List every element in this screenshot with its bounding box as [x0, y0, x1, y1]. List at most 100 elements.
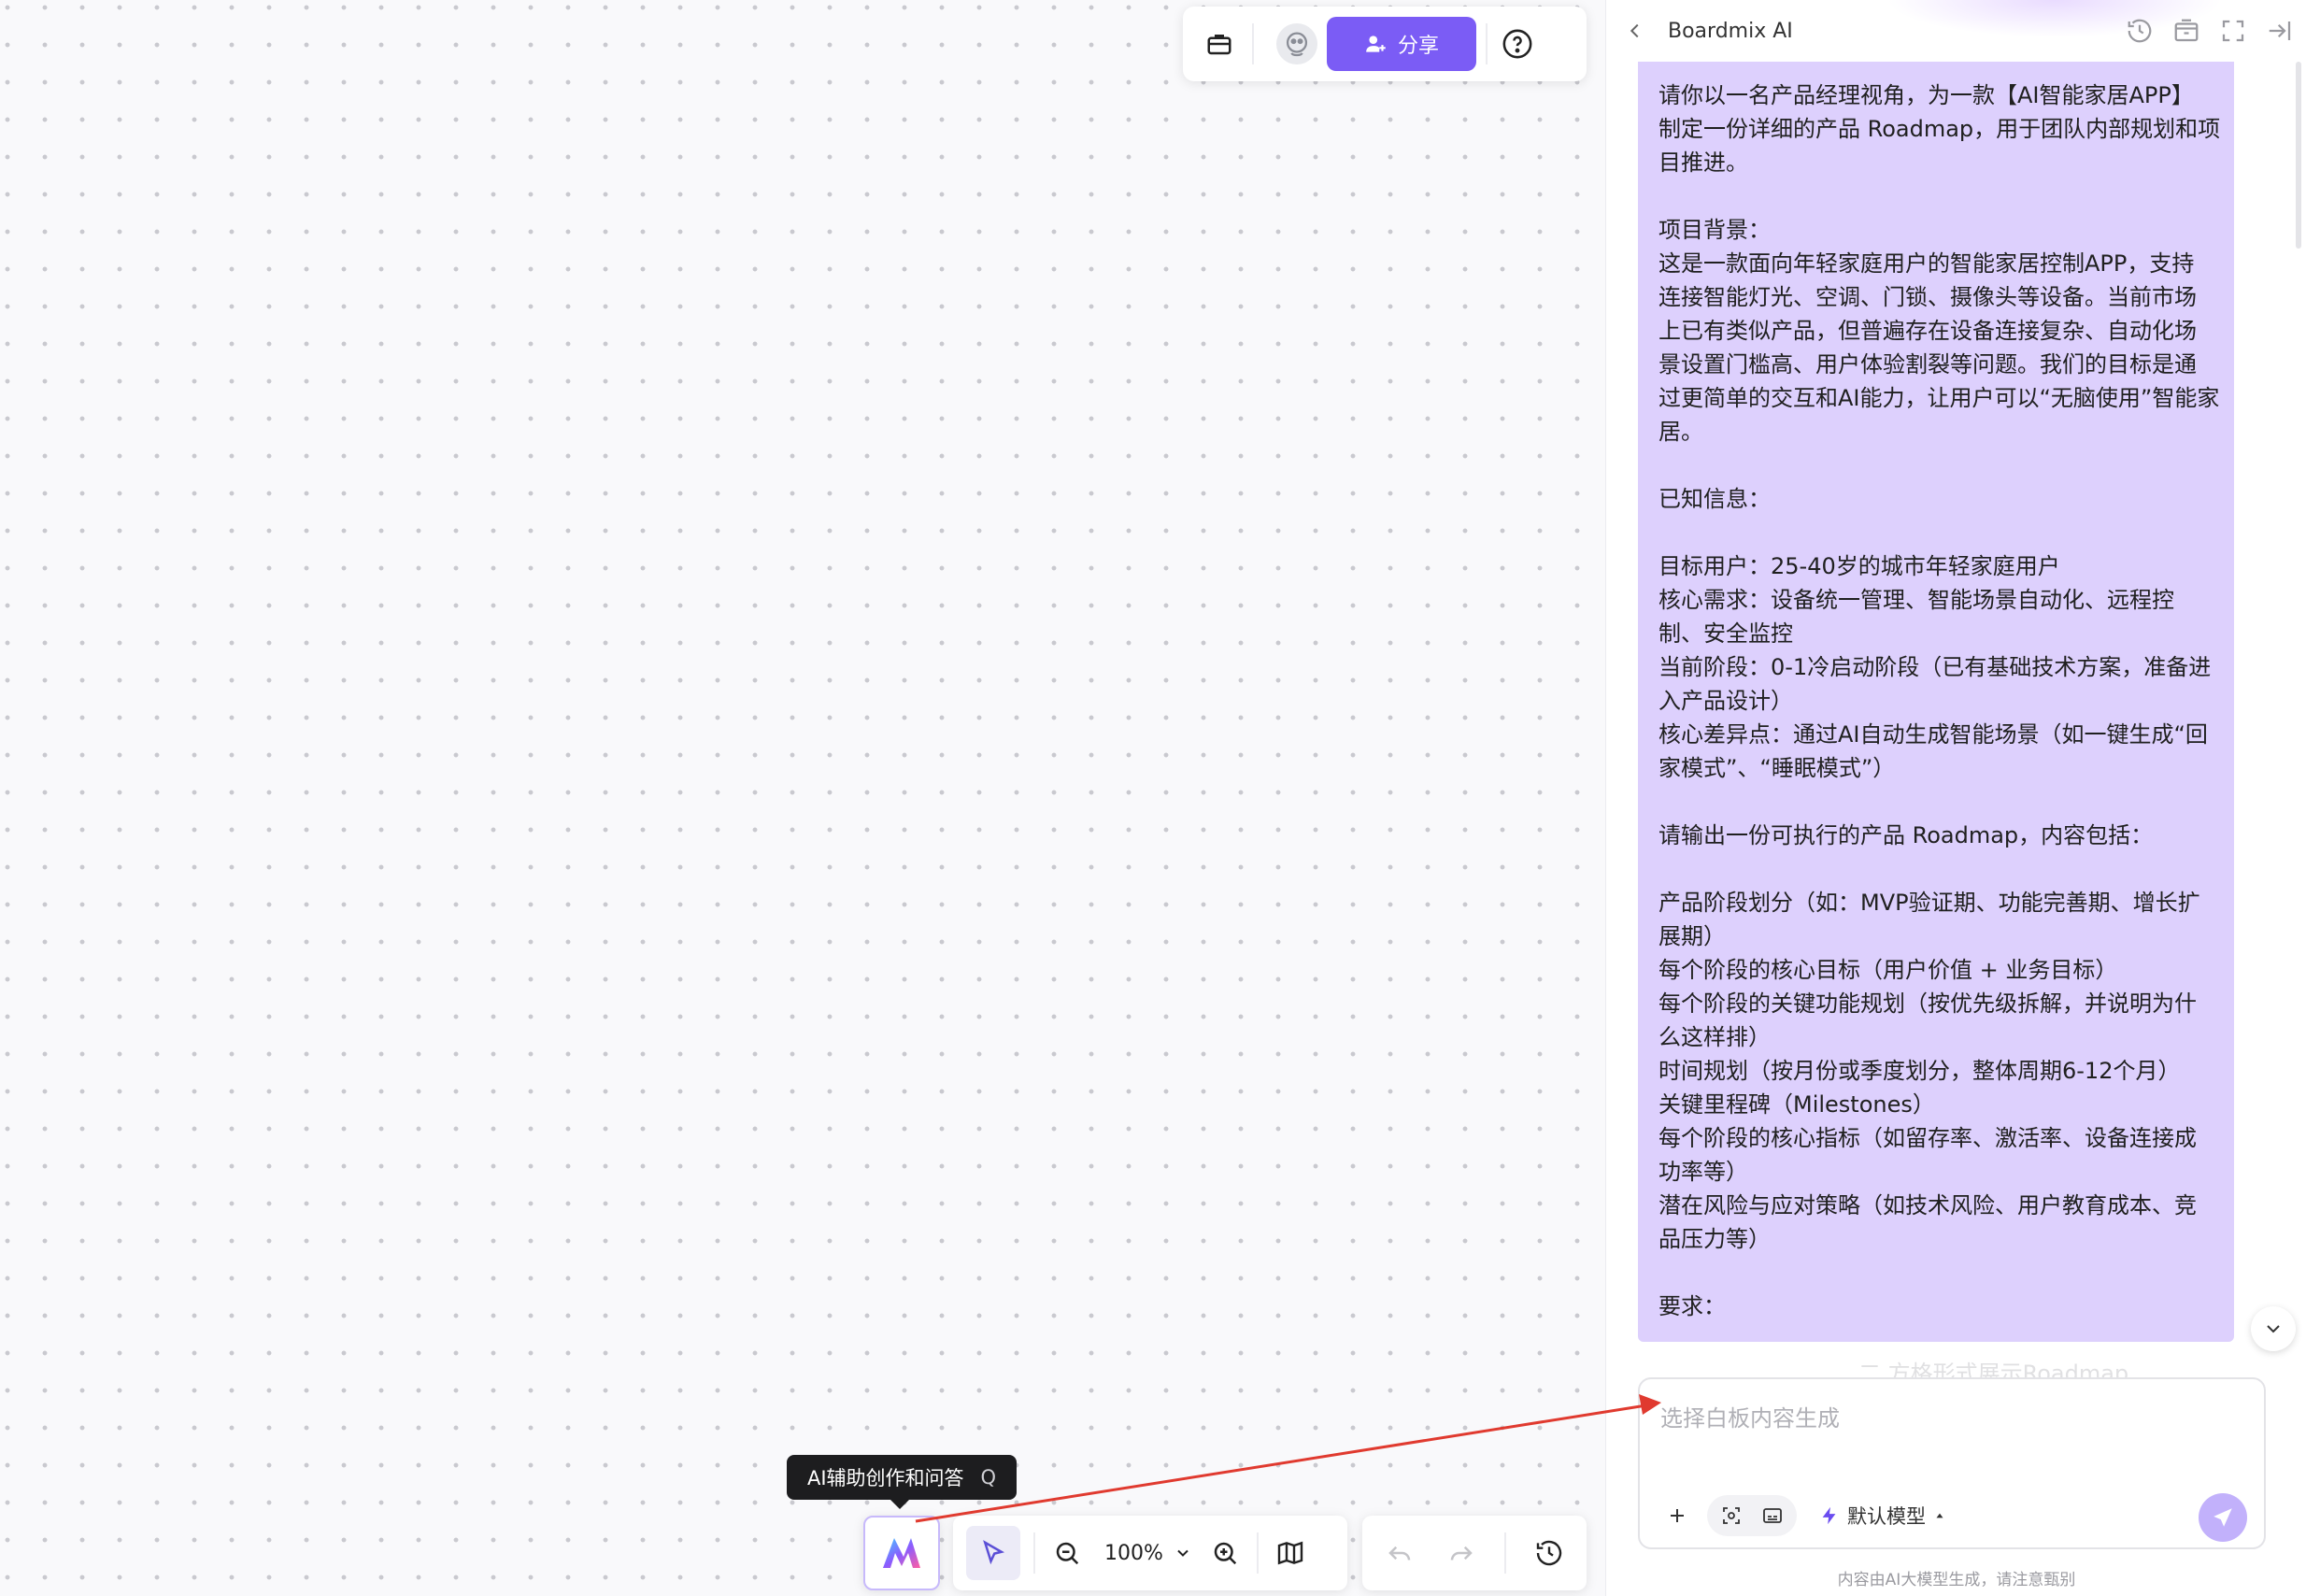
share-label: 分享 — [1397, 35, 1439, 58]
message-line: 当前阶段：0-1冷启动阶段（已有基础技术方案，准备进 — [1658, 654, 2212, 680]
undo-button[interactable] — [1381, 1534, 1418, 1572]
message-line: 核心差异点：通过AI自动生成智能场景（如一键生成“回 — [1658, 721, 2208, 748]
message-line: 项目背景： — [1658, 217, 1771, 243]
model-selector[interactable]: 默认模型 — [1819, 1502, 1946, 1530]
zoom-in-button[interactable] — [1206, 1534, 1244, 1572]
chat-input-box: 默认模型 — [1638, 1377, 2266, 1549]
message-line: 家模式”、“睡眠模式”） — [1658, 755, 1896, 781]
pointer-icon — [983, 1540, 1005, 1565]
history-icon[interactable] — [2126, 17, 2154, 45]
message-line: 连接智能灯光、空调、门锁、摄像头等设备。当前市场 — [1658, 284, 2197, 310]
top-toolbar: 分享 — [1183, 7, 1587, 81]
add-user-icon — [1366, 36, 1386, 52]
help-icon — [1502, 29, 1532, 59]
message-line: 潜在风险与应对策略（如技术风险、用户教育成本、竞 — [1658, 1192, 2197, 1218]
message-line: 目标用户：25-40岁的城市年轻家庭用户 — [1658, 553, 2060, 579]
message-line: 产品阶段划分（如：MVP验证期、功能完善期、增长扩 — [1658, 890, 2200, 916]
redo-button[interactable] — [1443, 1534, 1480, 1572]
message-line: 请你以一名产品经理视角，为一款【AI智能家居APP】 — [1658, 82, 2194, 108]
message-line: 制定一份详细的产品 Roadmap，用于团队内部规划和项 — [1658, 116, 2221, 142]
select-area-button[interactable] — [1711, 1495, 1752, 1536]
map-icon — [1277, 1541, 1303, 1565]
select-tool-button[interactable] — [966, 1526, 1020, 1580]
toolbar-divider — [1256, 1532, 1259, 1574]
message-line: 居。 — [1658, 419, 1703, 445]
message-line: 要求： — [1658, 1293, 1726, 1319]
panel-title: Boardmix AI — [1668, 19, 1793, 43]
toolbar-divider — [1252, 23, 1254, 64]
message-line: 展期） — [1658, 923, 1726, 949]
model-label: 默认模型 — [1847, 1505, 1926, 1528]
help-button[interactable] — [1497, 23, 1538, 64]
zoom-out-icon — [1056, 1542, 1079, 1565]
message-line — [1658, 852, 2213, 886]
chevron-left-icon — [1630, 23, 1639, 38]
redo-icon — [1450, 1546, 1473, 1560]
input-tools: 默认模型 — [1657, 1495, 1946, 1536]
message-line — [1658, 785, 2213, 819]
chevron-down-icon — [1177, 1549, 1189, 1557]
message-line: 过更简单的交互和AI能力，让用户可以“无脑使用”智能家 — [1658, 385, 2220, 411]
message-line: 目推进。 — [1658, 150, 1748, 176]
share-button[interactable]: 分享 — [1327, 17, 1476, 71]
collapse-panel-icon[interactable] — [2266, 17, 2294, 45]
message-line: 关键里程碑（Milestones） — [1658, 1091, 1935, 1118]
toolbar-divider — [1486, 23, 1488, 64]
subtitle-button[interactable] — [1752, 1495, 1793, 1536]
add-button[interactable] — [1657, 1495, 1698, 1536]
archive-icon[interactable] — [2172, 17, 2200, 45]
zoom-in-icon — [1214, 1542, 1237, 1565]
message-line: 品压力等） — [1658, 1226, 1771, 1252]
expand-icon[interactable] — [2219, 17, 2247, 45]
message-line: 入产品设计） — [1658, 688, 1793, 714]
toolbox-button[interactable] — [1196, 21, 1243, 67]
history-icon — [1536, 1540, 1562, 1566]
message-line: 请输出一份可执行的产品 Roadmap，内容包括： — [1658, 822, 2154, 848]
ai-assistant-button[interactable] — [863, 1516, 940, 1590]
back-button[interactable] — [1621, 17, 1649, 45]
scroll-to-bottom-button[interactable] — [2251, 1306, 2296, 1351]
whiteboard-canvas[interactable] — [0, 0, 1605, 1596]
message-line: 每个阶段的关键功能规划（按优先级拆解，并说明为什 — [1658, 990, 2197, 1017]
message-text: 请你以一名产品经理视角，为一款【AI智能家居APP】制定一份详细的产品 Road… — [1658, 78, 2221, 1323]
zoom-dropdown[interactable] — [1169, 1539, 1197, 1567]
message-line: 功率等） — [1658, 1159, 1748, 1185]
message-line — [1658, 1256, 2213, 1290]
message-line: 么这样排） — [1658, 1024, 1771, 1050]
message-line — [1658, 516, 2213, 549]
chat-input[interactable] — [1660, 1400, 2240, 1437]
frame-select-icon — [1723, 1507, 1740, 1524]
message-line — [1658, 179, 2213, 213]
message-line: 上已有类似产品，但普遍存在设备连接复杂、自动化场 — [1658, 318, 2197, 344]
message-line: 这是一款面向年轻家庭用户的智能家居控制APP，支持 — [1658, 250, 2195, 277]
history-button[interactable] — [1530, 1534, 1568, 1572]
robot-avatar-icon — [1286, 32, 1308, 57]
undo-icon — [1388, 1546, 1411, 1560]
tooltip-shortcut: Q — [980, 1466, 997, 1489]
message-line: 景设置门槛高、用户体验割裂等问题。我们的目标是通 — [1658, 351, 2197, 378]
message-line: 每个阶段的核心目标（用户价值 + 业务目标） — [1658, 957, 2118, 983]
message-line: 已知信息： — [1658, 486, 1771, 512]
scrollbar[interactable] — [2296, 62, 2301, 249]
user-message-bubble: 请你以一名产品经理视角，为一款【AI智能家居APP】制定一份详细的产品 Road… — [1638, 62, 2234, 1342]
tooltip-label: AI辅助创作和问答 — [806, 1467, 964, 1489]
lightning-icon — [1822, 1506, 1836, 1525]
ai-tooltip: AI辅助创作和问答 Q — [787, 1455, 1017, 1509]
canvas-tools-bar: 100% — [953, 1516, 1347, 1590]
avatar[interactable] — [1276, 23, 1317, 64]
message-line: 时间规划（按月份或季度划分，整体周期6-12个月） — [1658, 1058, 2181, 1084]
map-button[interactable] — [1272, 1534, 1309, 1572]
plus-icon — [1671, 1509, 1684, 1522]
send-button[interactable] — [2199, 1493, 2247, 1542]
message-line: 制、安全监控 — [1658, 620, 1793, 647]
header-actions — [2126, 17, 2294, 45]
chevron-down-icon — [2267, 1325, 2280, 1333]
boardmix-ai-logo-icon — [883, 1538, 920, 1568]
zoom-level[interactable]: 100% — [1104, 1542, 1163, 1565]
toolbar-divider — [1504, 1532, 1506, 1574]
send-icon — [2213, 1508, 2232, 1527]
toolbar-divider — [1033, 1532, 1035, 1574]
faded-response-text: 二.方格形式展示Roadmap — [1858, 1361, 2129, 1379]
zoom-out-button[interactable] — [1048, 1534, 1086, 1572]
message-line — [1658, 449, 2213, 482]
